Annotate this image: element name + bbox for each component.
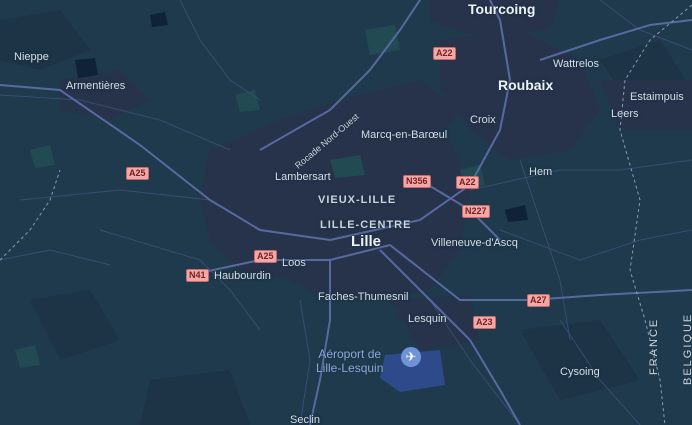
place-armentieres[interactable]: Armentières — [66, 80, 125, 92]
place-tourcoing[interactable]: Tourcoing — [468, 1, 535, 17]
road-shield-a22-north[interactable]: A22 — [433, 47, 456, 60]
place-wattrelos[interactable]: Wattrelos — [553, 58, 599, 70]
place-villeneuve-dascq[interactable]: Villeneuve-d'Ascq — [431, 237, 518, 249]
place-cysoing[interactable]: Cysoing — [560, 366, 600, 378]
place-faches-thumesnil[interactable]: Faches-Thumesnil — [318, 291, 408, 303]
airport-label-line1: Aéroport de — [318, 347, 382, 361]
road-shield-a27[interactable]: A27 — [527, 294, 550, 307]
place-marcq-en-baroeul[interactable]: Marcq-en-Barœul — [361, 129, 447, 141]
district-lille-centre[interactable]: LILLE-CENTRE — [320, 219, 411, 231]
road-shield-n227[interactable]: N227 — [462, 205, 490, 218]
airport-label-line2: Lille-Lesquin — [316, 361, 384, 375]
place-seclin[interactable]: Seclin — [290, 414, 320, 425]
place-lambersart[interactable]: Lambersart — [275, 171, 331, 183]
road-shield-n356[interactable]: N356 — [403, 175, 431, 188]
place-leers[interactable]: Leers — [611, 108, 639, 120]
place-loos[interactable]: Loos — [282, 257, 306, 269]
road-shield-a23[interactable]: A23 — [473, 316, 496, 329]
district-vieux-lille[interactable]: VIEUX-LILLE — [318, 194, 396, 206]
road-shield-n41[interactable]: N41 — [186, 269, 209, 282]
border-label-france: FRANCE — [648, 317, 660, 375]
airport-label[interactable]: Aéroport de Lille-Lesquin — [316, 347, 383, 375]
road-shield-a25-west[interactable]: A25 — [126, 167, 149, 180]
place-nieppe[interactable]: Nieppe — [14, 51, 49, 63]
place-estaimpuis[interactable]: Estaimpuis — [630, 91, 684, 103]
place-lille[interactable]: Lille — [351, 233, 381, 250]
place-roubaix[interactable]: Roubaix — [498, 77, 553, 93]
map-canvas[interactable]: Tourcoing Roubaix Wattrelos Estaimpuis L… — [0, 0, 692, 425]
place-haubourdin[interactable]: Haubourdin — [214, 270, 271, 282]
road-shield-a22-east[interactable]: A22 — [456, 176, 479, 189]
place-lesquin[interactable]: Lesquin — [408, 313, 447, 325]
road-shield-a25-center[interactable]: A25 — [254, 250, 277, 263]
border-label-belgique: BELGIQUE — [682, 312, 692, 385]
place-croix[interactable]: Croix — [470, 114, 496, 126]
place-hem[interactable]: Hem — [529, 166, 552, 178]
airplane-icon[interactable]: ✈ — [401, 347, 421, 367]
